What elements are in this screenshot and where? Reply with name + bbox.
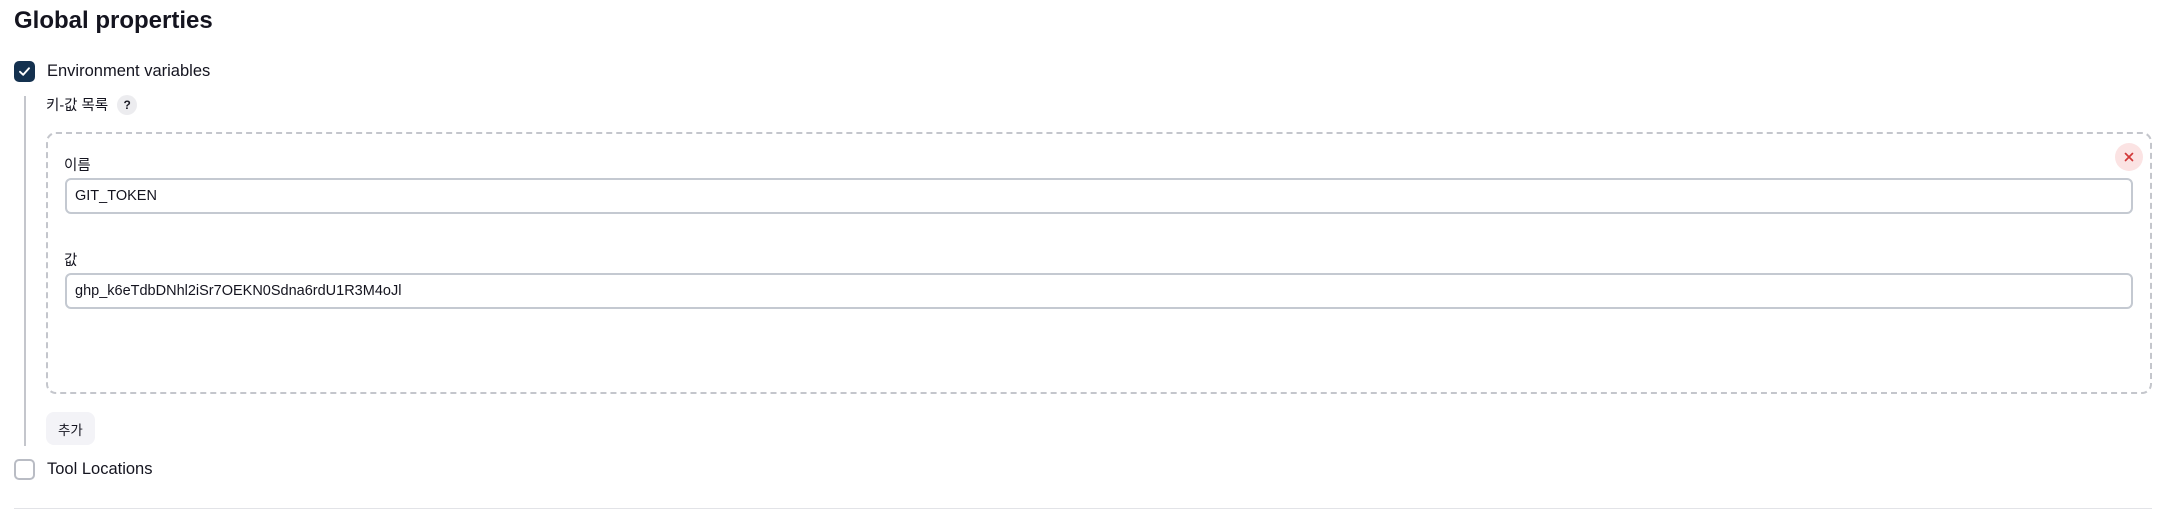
- nested-section-rule: [24, 96, 26, 446]
- value-field-label: 값: [64, 253, 78, 269]
- help-icon[interactable]: ?: [117, 94, 138, 115]
- tool-locations-option: Tool Locations: [14, 459, 153, 480]
- section-title: Global properties: [14, 7, 213, 34]
- name-input[interactable]: [65, 178, 2133, 214]
- env-vars-checkbox[interactable]: [14, 61, 35, 82]
- close-icon: [2124, 152, 2134, 162]
- tool-locations-checkbox[interactable]: [14, 459, 35, 480]
- value-input[interactable]: [65, 273, 2133, 309]
- env-var-entry: 이름 값: [46, 132, 2152, 394]
- tool-locations-label[interactable]: Tool Locations: [47, 460, 153, 479]
- env-vars-option: Environment variables: [14, 61, 210, 82]
- add-button[interactable]: 추가: [46, 412, 95, 445]
- check-icon: [19, 67, 30, 76]
- delete-entry-button[interactable]: [2115, 143, 2143, 171]
- env-vars-label[interactable]: Environment variables: [47, 62, 210, 81]
- name-field-label: 이름: [64, 158, 91, 174]
- key-value-list-title: 키-값 목록: [46, 98, 109, 114]
- key-value-list-label: 키-값 목록 ?: [46, 94, 138, 115]
